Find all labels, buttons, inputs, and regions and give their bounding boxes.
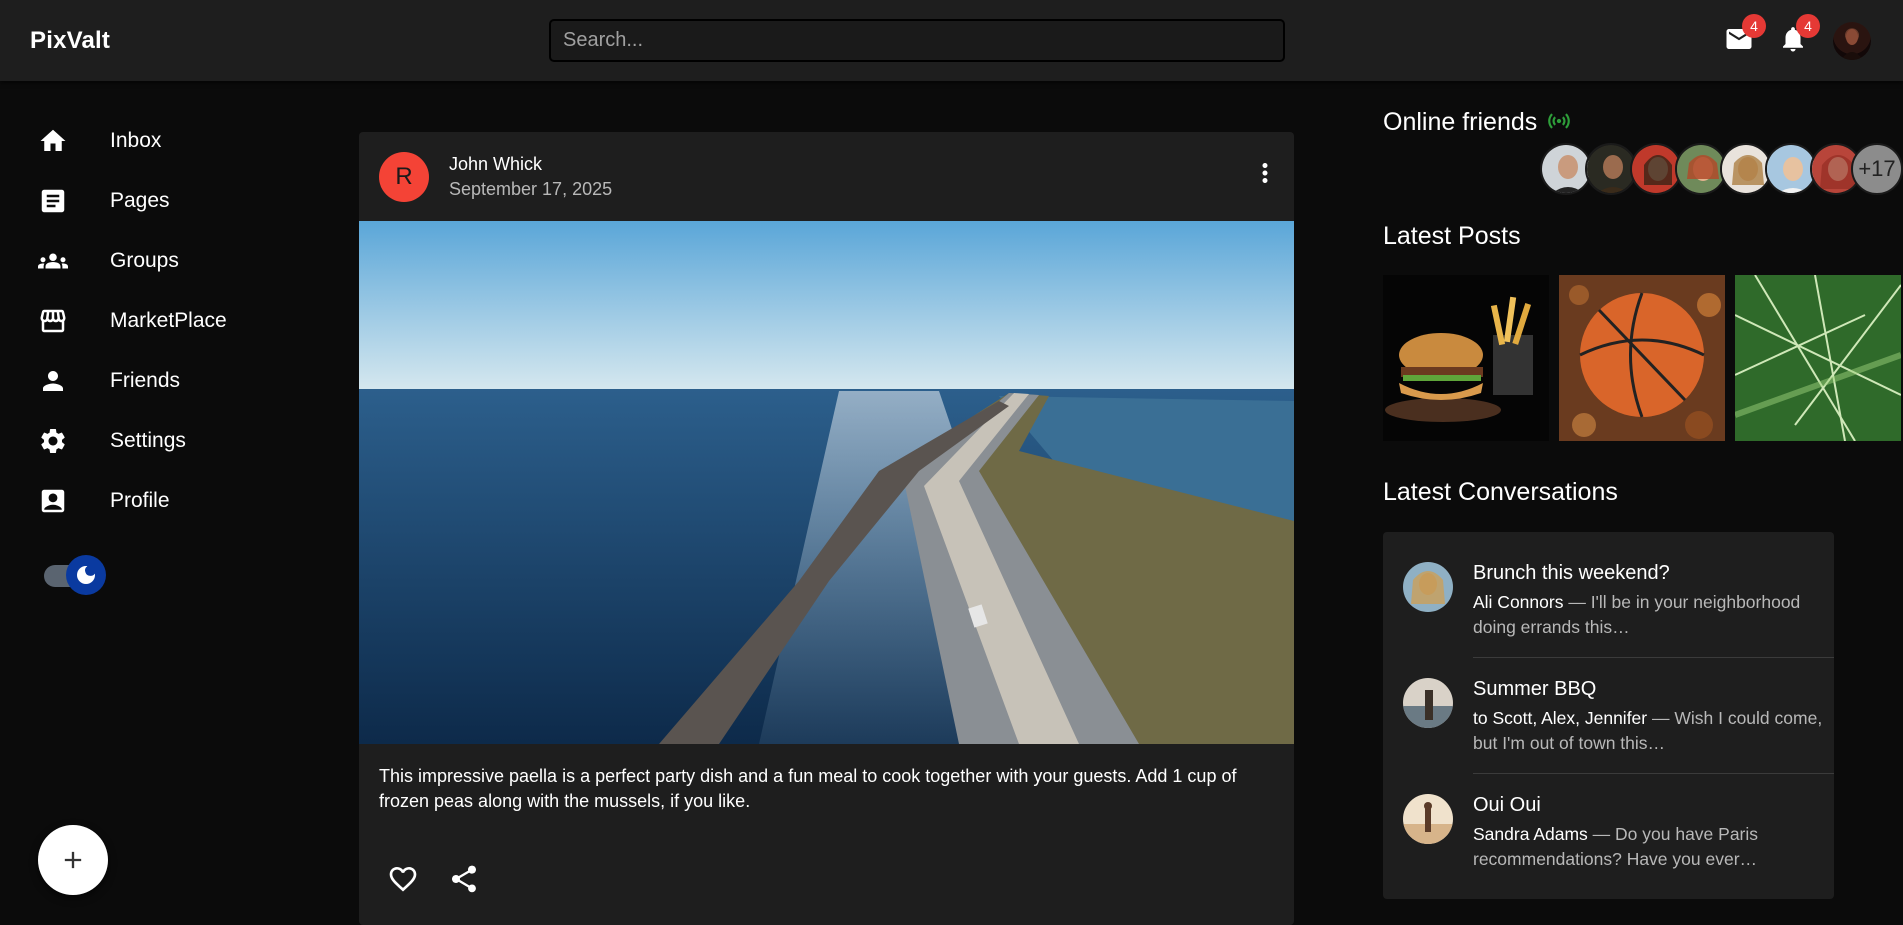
sidebar-item-groups[interactable]: Groups [38,241,179,281]
article-icon [41,189,65,213]
sidebar-item-label: Inbox [110,129,162,152]
user-avatar[interactable] [1833,22,1871,60]
conversation-sender: to Scott, Alex, Jennifer [1473,708,1648,728]
post-author-avatar[interactable]: R [379,152,429,202]
post-more-button[interactable] [1250,158,1280,188]
gear-icon [41,428,65,453]
sidebar-item-pages[interactable]: Pages [38,181,170,221]
mail-button[interactable]: 4 [1724,14,1766,54]
sidebar-item-profile[interactable]: Profile [38,481,170,521]
latest-conversations-title: Latest Conversations [1383,478,1618,506]
search-input[interactable] [551,21,1283,60]
online-friends-label: Online friends [1383,108,1538,136]
groups-icon [38,253,68,269]
storefront-icon [40,309,66,333]
latest-posts-title: Latest Posts [1383,222,1521,250]
sidebar-item-label: Pages [110,189,170,212]
conversation-list: Brunch this weekend? Ali Connors — I'll … [1383,532,1834,899]
online-friends-title: Online friends [1383,108,1572,137]
heart-icon [389,867,417,892]
conversation-preview: to Scott, Alex, Jennifer — Wish I could … [1473,706,1823,756]
sidebar-item-label: Friends [110,369,181,392]
sidebar-item-label: MarketPlace [110,309,227,332]
conversation-preview: Sandra Adams — Do you have Paris recomme… [1473,822,1823,872]
conversation-preview: Ali Connors — I'll be in your neighborho… [1473,590,1823,640]
notifications-button[interactable]: 4 [1778,14,1820,54]
dark-mode-toggle[interactable] [42,553,106,595]
sidebar-item-settings[interactable]: Settings [38,421,186,461]
conversation-item[interactable]: Summer BBQ to Scott, Alex, Jennifer — Wi… [1383,648,1834,764]
latest-post-thumbnail[interactable] [1735,275,1901,441]
latest-post-thumbnail[interactable] [1383,275,1549,441]
post-card: R John Whick September 17, 2025 This imp… [359,132,1294,925]
more-vertical-icon [1262,163,1268,183]
sidebar-item-inbox[interactable]: Inbox [38,121,161,161]
avatar-photo [1841,29,1863,60]
more-friends-count[interactable]: +17 [1851,143,1903,195]
online-signal-icon [1548,113,1571,129]
search-box[interactable] [549,19,1285,62]
conversation-item[interactable]: Brunch this weekend? Ali Connors — I'll … [1383,532,1834,648]
conversation-sender: Ali Connors [1473,592,1564,612]
post-author-name[interactable]: John Whick [449,154,542,175]
conversation-title: Oui Oui [1473,794,1541,816]
latest-post-thumbnail[interactable] [1559,275,1725,441]
home-icon [40,129,66,151]
conversation-avatar [1403,562,1453,612]
plus-icon [64,851,82,869]
post-text: This impressive paella is a perfect part… [379,766,1237,811]
mail-badge: 4 [1742,14,1766,38]
share-icon [452,865,476,893]
like-button[interactable] [387,863,421,897]
toggle-knob [66,555,106,595]
conversation-sender: Sandra Adams [1473,824,1588,844]
post-date: September 17, 2025 [449,179,613,199]
person-icon [43,371,63,391]
sidebar-item-friends[interactable]: Friends [38,361,180,401]
notifications-badge: 4 [1796,14,1820,38]
sidebar-item-label: Groups [110,249,179,272]
moon-icon [77,566,95,584]
share-button[interactable] [448,863,482,897]
profile-card-icon [41,489,65,513]
sidebar-item-marketplace[interactable]: MarketPlace [38,301,227,341]
brand-logo[interactable]: PixValt [30,27,110,55]
sidebar-item-label: Profile [110,489,170,512]
post-image[interactable] [359,221,1294,744]
conversation-title: Summer BBQ [1473,678,1597,700]
add-button[interactable] [38,825,108,895]
conversation-avatar [1403,678,1453,728]
conversation-title: Brunch this weekend? [1473,562,1670,584]
conversation-avatar [1403,794,1453,844]
top-app-bar: PixValt 4 4 [0,0,1903,81]
sidebar-item-label: Settings [110,429,186,452]
conversation-item[interactable]: Oui Oui Sandra Adams — Do you have Paris… [1383,764,1834,880]
